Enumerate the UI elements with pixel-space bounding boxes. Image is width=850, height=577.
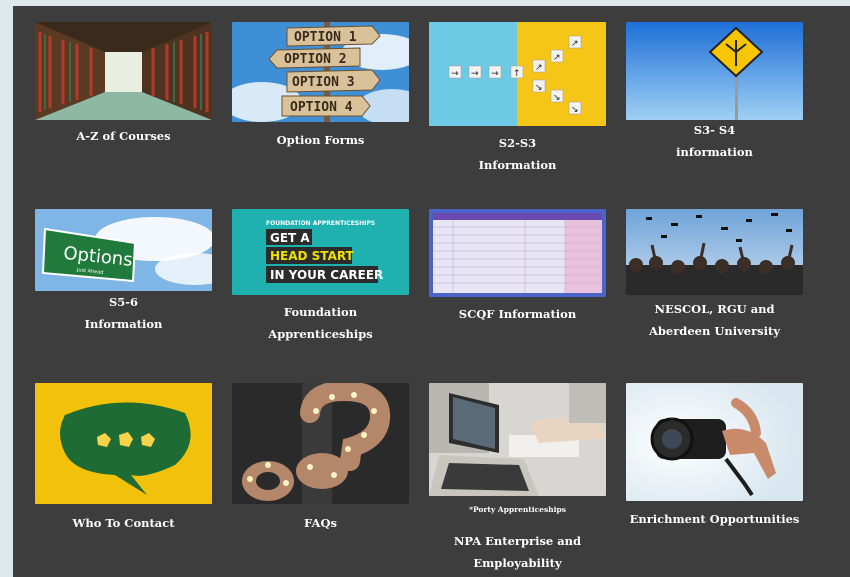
svg-text:↗: ↗ (535, 63, 543, 73)
svg-text:OPTION 1: OPTION 1 (294, 30, 357, 45)
svg-text:OPTION 3: OPTION 3 (292, 75, 355, 90)
option-forms-label[interactable]: Option Forms (232, 130, 409, 152)
svg-text:→: → (491, 69, 499, 79)
svg-text:FOUNDATION APPRENTICESHIPS: FOUNDATION APPRENTICESHIPS (266, 220, 375, 227)
s5-6-label[interactable]: S5-6 Information (35, 292, 212, 336)
who-to-contact-image[interactable] (35, 383, 212, 504)
npa-label[interactable]: NPA Enterprise and Employability (429, 531, 606, 575)
option-forms-image[interactable]: OPTION 1 OPTION 2 OPTION 3 OPTION 4 (232, 22, 409, 122)
scqf-image[interactable] (429, 209, 606, 297)
svg-text:→: → (451, 69, 459, 79)
nescol-label[interactable]: NESCOL, RGU and Aberdeen University (626, 299, 803, 343)
svg-text:HEAD START: HEAD START (270, 249, 355, 263)
s5-6-image[interactable]: Options Just Ahead (35, 209, 212, 291)
svg-text:↘: ↘ (535, 83, 543, 93)
svg-text:→: → (471, 69, 479, 79)
npa-image[interactable] (429, 383, 606, 496)
npa-subcaption: *Porty Apprenticeships (469, 505, 566, 514)
s3-s4-label[interactable]: S3- S4 information (626, 120, 803, 164)
who-to-contact-label[interactable]: Who To Contact (35, 513, 212, 535)
foundation-apprenticeships-label[interactable]: Foundation Apprenticeships (232, 302, 409, 346)
enrichment-image[interactable] (626, 383, 803, 501)
svg-text:↘: ↘ (571, 105, 579, 115)
foundation-apprenticeships-image[interactable]: FOUNDATION APPRENTICESHIPS GET A HEAD ST… (232, 209, 409, 295)
svg-text:IN YOUR CAREER: IN YOUR CAREER (270, 268, 383, 282)
s2-s3-image[interactable]: → → → ↑ ↗ ↗ ↗ ↘ ↘ ↘ (429, 22, 606, 126)
svg-text:GET A: GET A (270, 231, 310, 245)
svg-text:↗: ↗ (553, 53, 561, 63)
svg-text:↑: ↑ (513, 69, 521, 79)
enrichment-label[interactable]: Enrichment Opportunities (626, 509, 803, 531)
s3-s4-image[interactable] (626, 22, 803, 120)
svg-text:OPTION 2: OPTION 2 (284, 52, 347, 67)
faqs-label[interactable]: FAQs (232, 513, 409, 535)
az-courses-image[interactable] (35, 22, 212, 120)
scqf-label[interactable]: SCQF Information (429, 304, 606, 326)
svg-text:↘: ↘ (553, 93, 561, 103)
nescol-image[interactable] (626, 209, 803, 295)
faqs-image[interactable] (232, 383, 409, 504)
svg-text:↗: ↗ (571, 39, 579, 49)
svg-text:OPTION 4: OPTION 4 (290, 100, 353, 115)
s2-s3-label[interactable]: S2-S3 Information (429, 133, 606, 177)
az-courses-label[interactable]: A-Z of Courses (35, 126, 212, 148)
